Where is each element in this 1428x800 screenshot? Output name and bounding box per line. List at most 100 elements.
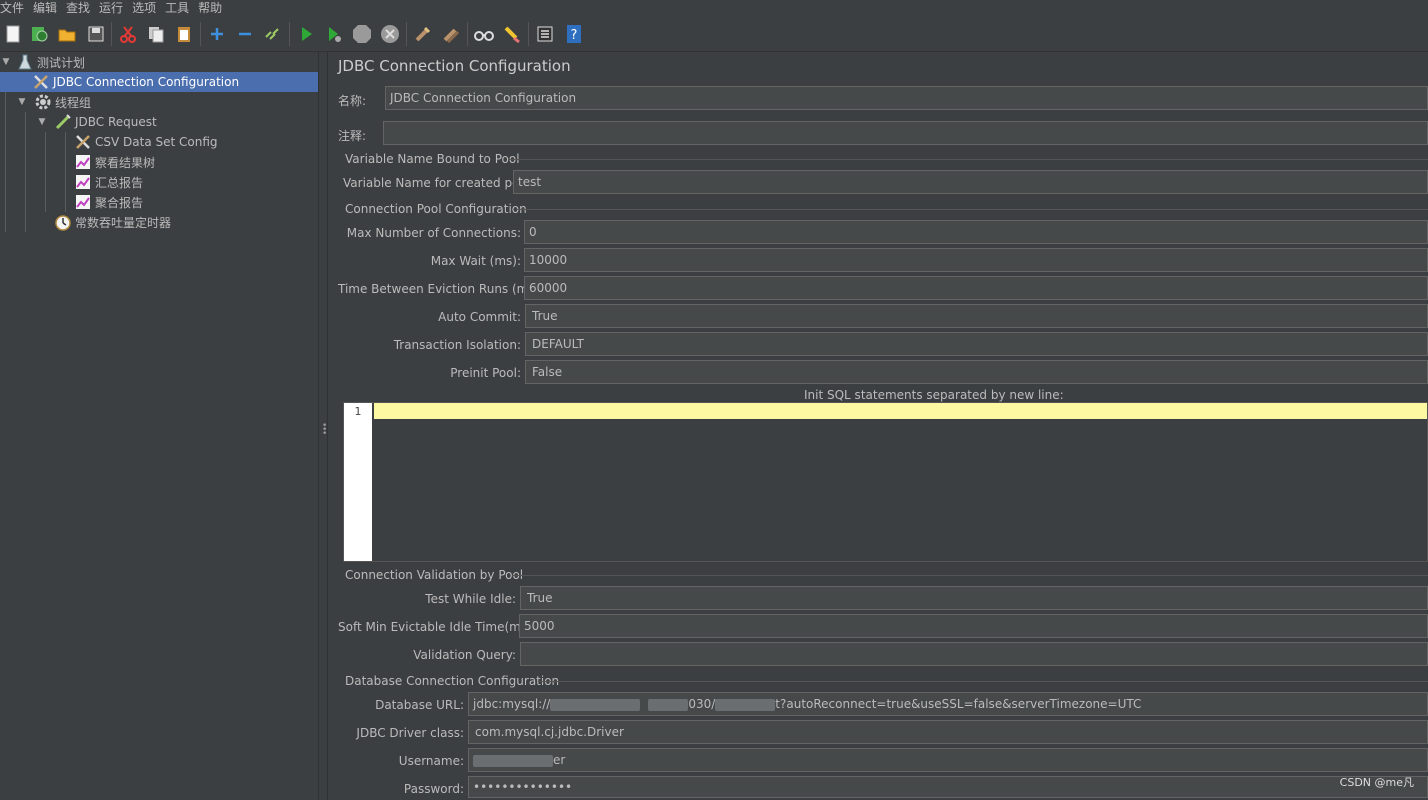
tree-item-label: 汇总报告 <box>95 175 144 190</box>
redacted-host <box>550 698 641 711</box>
menu-edit[interactable]: 编辑 <box>33 1 57 15</box>
redacted-username <box>473 754 553 767</box>
chevron-down-icon[interactable]: ▼ <box>36 117 48 127</box>
help-icon[interactable]: ? <box>564 24 584 44</box>
password-field[interactable]: •••••••••••••• <box>468 776 1428 798</box>
toolbar-separator <box>406 22 407 46</box>
section-connection-pool: Connection Pool Configuration <box>345 202 527 216</box>
thread-group-icon <box>34 93 52 111</box>
cut-icon[interactable] <box>118 24 138 44</box>
section-variable-name: Variable Name Bound to Pool <box>345 152 520 166</box>
validation-query-field[interactable] <box>520 642 1428 666</box>
expand-icon[interactable] <box>207 24 227 44</box>
watermark: CSDN @me凡 <box>1339 776 1414 789</box>
menu-options[interactable]: 选项 <box>132 1 156 15</box>
preinit-pool-select[interactable]: False <box>525 360 1428 384</box>
svg-text:?: ? <box>571 28 578 43</box>
toolbar-separator <box>289 22 290 46</box>
start-icon[interactable] <box>296 24 316 44</box>
tree-item-summary-report[interactable]: 汇总报告 <box>0 172 318 192</box>
copy-icon[interactable] <box>146 24 166 44</box>
driver-class-label: JDBC Driver class: <box>356 726 464 740</box>
tree-item-label: 聚合报告 <box>95 195 144 210</box>
tree-item-aggregate-report[interactable]: 聚合报告 <box>0 192 318 212</box>
name-field[interactable]: JDBC Connection Configuration <box>385 86 1428 110</box>
username-suffix: er <box>553 753 566 767</box>
save-icon[interactable] <box>86 24 106 44</box>
open-icon[interactable] <box>57 24 77 44</box>
section-divider <box>538 681 1428 682</box>
username-field[interactable]: er <box>468 748 1428 772</box>
splitter-grip-icon[interactable]: • • • <box>322 422 327 439</box>
database-url-port: 030/ <box>688 697 716 711</box>
menu-tools[interactable]: 工具 <box>165 1 189 15</box>
database-url-prefix: jdbc:mysql:// <box>473 697 551 711</box>
variable-name-label: Variable Name for created pool: <box>343 176 535 190</box>
variable-name-field[interactable]: test <box>513 170 1428 194</box>
tree-item-label: JDBC Request <box>75 115 157 129</box>
redacted-database <box>715 698 776 711</box>
max-connections-label: Max Number of Connections: <box>346 226 521 240</box>
line-number: 1 <box>354 405 362 418</box>
reset-search-icon[interactable] <box>502 24 522 44</box>
shutdown-icon[interactable] <box>380 24 400 44</box>
max-wait-label: Max Wait (ms): <box>430 254 521 268</box>
driver-class-field[interactable]: com.mysql.cj.jdbc.Driver <box>468 720 1428 744</box>
init-sql-label: Init SQL statements separated by new lin… <box>804 388 1064 402</box>
toolbar: ? <box>0 16 1428 52</box>
tree-item-csv-data-set-config[interactable]: CSV Data Set Config <box>0 132 318 152</box>
tree-item-view-results-tree[interactable]: 察看结果树 <box>0 152 318 172</box>
name-label: 名称: <box>338 94 367 108</box>
listener-icon <box>74 173 92 191</box>
toolbar-separator <box>111 22 112 46</box>
password-label: Password: <box>403 782 464 796</box>
tree-item-label: JDBC Connection Configuration <box>53 75 240 89</box>
toggle-icon[interactable] <box>263 24 283 44</box>
eviction-runs-field[interactable]: 60000 <box>524 276 1428 300</box>
init-sql-editor[interactable]: 1 <box>343 402 1428 562</box>
menu-search[interactable]: 查找 <box>66 1 90 15</box>
current-line-highlight <box>374 403 1427 419</box>
auto-commit-label: Auto Commit: <box>438 310 521 324</box>
sampler-icon <box>54 113 72 131</box>
transaction-isolation-label: Transaction Isolation: <box>393 338 521 352</box>
pane-splitter[interactable]: • • • <box>318 52 328 800</box>
comment-field[interactable] <box>383 121 1428 145</box>
section-divider <box>516 209 1428 210</box>
tree-item-jdbc-request[interactable]: ▼ JDBC Request <box>0 112 318 132</box>
new-icon[interactable] <box>3 24 23 44</box>
test-while-idle-select[interactable]: True <box>520 586 1428 610</box>
collapse-icon[interactable] <box>235 24 255 44</box>
tree-item-jdbc-connection-configuration[interactable]: JDBC Connection Configuration <box>0 72 318 92</box>
tree-item-thread-group[interactable]: ▼ 线程组 <box>0 92 318 112</box>
toolbar-separator <box>467 22 468 46</box>
chevron-down-icon[interactable]: ▼ <box>0 57 12 67</box>
start-no-pause-icon[interactable] <box>324 24 344 44</box>
menu-file[interactable]: 文件 <box>0 1 24 15</box>
chevron-down-icon[interactable]: ▼ <box>16 97 28 107</box>
preinit-pool-label: Preinit Pool: <box>450 366 521 380</box>
menu-run[interactable]: 运行 <box>99 1 123 15</box>
tree-item-label: CSV Data Set Config <box>95 135 218 149</box>
search-icon[interactable] <box>474 24 494 44</box>
section-divider <box>512 575 1428 576</box>
max-connections-field[interactable]: 0 <box>524 220 1428 244</box>
eviction-runs-label: Time Between Eviction Runs (ms): <box>338 282 544 296</box>
auto-commit-select[interactable]: True <box>525 304 1428 328</box>
soft-min-idle-field[interactable]: 5000 <box>519 614 1428 638</box>
paste-icon[interactable] <box>174 24 194 44</box>
menu-help[interactable]: 帮助 <box>198 1 222 15</box>
max-wait-field[interactable]: 10000 <box>524 248 1428 272</box>
transaction-isolation-select[interactable]: DEFAULT <box>525 332 1428 356</box>
stop-icon[interactable] <box>352 24 372 44</box>
config-icon <box>74 133 92 151</box>
tree-item-constant-throughput-timer[interactable]: 常数吞吐量定时器 <box>0 212 318 232</box>
function-helper-icon[interactable] <box>535 24 555 44</box>
tree-item-test-plan[interactable]: ▼ 测试计划 <box>0 52 318 72</box>
templates-icon[interactable] <box>29 24 49 44</box>
clear-all-icon[interactable] <box>441 24 461 44</box>
config-icon <box>32 73 50 91</box>
database-url-field[interactable]: jdbc:mysql:// 030/t?autoReconnect=true&us… <box>468 692 1428 716</box>
tree-item-label: 线程组 <box>55 95 92 110</box>
clear-icon[interactable] <box>413 24 433 44</box>
